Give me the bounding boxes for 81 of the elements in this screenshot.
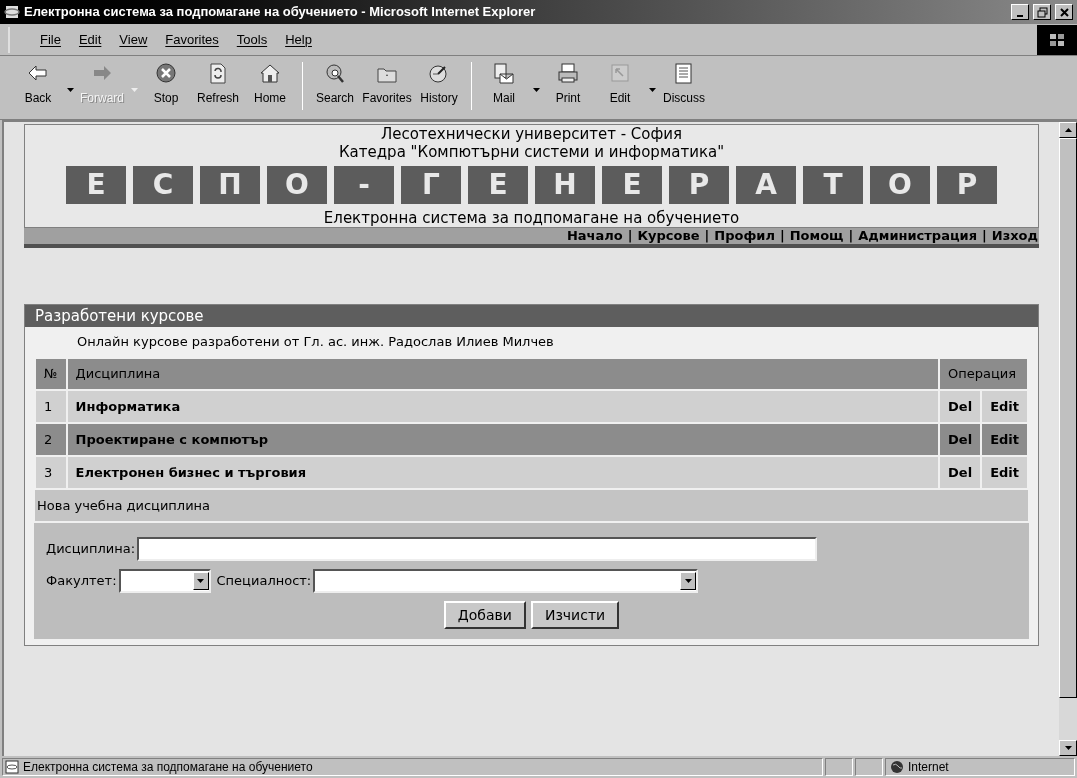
nav-link[interactable]: Изход	[991, 226, 1038, 246]
home-icon	[258, 62, 282, 86]
nav-separator: |	[703, 227, 711, 246]
logo-letter: -	[334, 166, 394, 204]
logo-letter: А	[736, 166, 796, 204]
close-button[interactable]	[1055, 4, 1073, 20]
toolbar-button[interactable]: Back	[12, 62, 64, 107]
page-icon	[5, 760, 19, 774]
globe-icon	[890, 760, 904, 774]
toolbar-button[interactable]: Search	[309, 62, 361, 107]
nav-link[interactable]: Профил	[714, 226, 775, 246]
logo-letter: Г	[401, 166, 461, 204]
field-label: Факултет:	[46, 572, 117, 591]
nav-separator: |	[981, 227, 988, 246]
menu-item[interactable]: Favorites	[165, 29, 219, 50]
logo-letter: Т	[803, 166, 863, 204]
column-header: Дисциплина	[66, 358, 940, 390]
department-name: Катедра "Компютърни системи и информатика"	[338, 143, 725, 161]
scroll-up-icon[interactable]	[1064, 128, 1072, 132]
toolbar-button[interactable]: Edit	[594, 62, 646, 107]
toolbar-button[interactable]: Favorites	[361, 62, 413, 107]
field-label: Дисциплина:	[46, 540, 136, 559]
nav-link[interactable]: Начало	[566, 226, 623, 246]
university-name: Лесотехнически университет - София	[380, 125, 683, 143]
logo-letter: С	[133, 166, 193, 204]
logo-letter: Е	[468, 166, 528, 204]
window-title: Електронна система за подпомагане на обучението - Microsoft Internet Explorer	[24, 3, 537, 22]
nav-link[interactable]: Администрация	[858, 226, 977, 246]
toolbar-button[interactable]: History	[413, 62, 465, 107]
discipline-input-field[interactable]	[137, 537, 818, 561]
dropdown-arrow-icon	[684, 579, 692, 583]
faculty-dropdown[interactable]	[118, 569, 211, 593]
nav-separator: |	[847, 227, 855, 246]
toolbar-button[interactable]: Mail	[478, 62, 530, 107]
status-text: Електронна система за подпомагане на обучението	[23, 759, 313, 776]
logo-letter: П	[200, 166, 260, 204]
form-button[interactable]: Изчисти	[530, 601, 620, 629]
mail-icon	[492, 62, 516, 86]
toolbar-button[interactable]: Stop	[140, 62, 192, 107]
site-subtitle: Електронна система за подпомагане на обучението	[323, 209, 740, 227]
status-pane	[855, 758, 883, 776]
logo-letter: Н	[535, 166, 595, 204]
panel-title: Разработени курсове	[25, 305, 1038, 327]
stop-icon	[154, 62, 178, 86]
nav-separator: |	[626, 227, 634, 246]
toolbar-button[interactable]: Home	[244, 62, 296, 107]
restore-icon	[1035, 5, 1049, 19]
windows-logo	[1037, 24, 1077, 55]
menu-item[interactable]: Help	[285, 29, 312, 50]
specialty-dropdown[interactable]	[313, 569, 699, 593]
logo-letter: Е	[602, 166, 662, 204]
column-header: №	[35, 358, 67, 390]
menu-item[interactable]: View	[119, 29, 148, 50]
nav-link[interactable]: Помощ	[789, 226, 844, 246]
menu-item[interactable]: Tools	[236, 29, 268, 50]
field-label: Специалност:	[216, 572, 312, 591]
logo-letter: О	[267, 166, 327, 204]
minimize-button[interactable]	[1011, 4, 1029, 20]
restore-button[interactable]	[1033, 4, 1051, 20]
menu-item[interactable]: Edit	[78, 29, 102, 50]
toolbar-button[interactable]: Print	[542, 62, 594, 107]
menu-item[interactable]: File	[40, 29, 61, 50]
scroll-down-icon[interactable]	[1064, 746, 1072, 750]
close-icon	[1057, 5, 1071, 19]
logo-letter: Р	[937, 166, 997, 204]
browser-icon	[4, 4, 20, 20]
logo-letter: Р	[669, 166, 729, 204]
scrollbar[interactable]	[1059, 122, 1077, 756]
print-icon	[556, 62, 580, 86]
logo-letter: О	[870, 166, 930, 204]
minimize-icon	[1017, 15, 1023, 17]
nav-separator: |	[778, 227, 786, 246]
logo-letter: Е	[66, 166, 126, 204]
security-zone: Internet	[908, 759, 949, 776]
toolbar-button[interactable]: Discuss	[658, 62, 710, 107]
intro-text: Онлайн курсове разработени от Гл. ас. инж. Радослав Илиев Милчев	[76, 333, 555, 352]
toolbar-button[interactable]: Refresh	[192, 62, 244, 107]
form-button[interactable]: Добави	[443, 601, 526, 629]
dropdown-arrow-icon	[197, 579, 205, 583]
status-pane	[825, 758, 853, 776]
nav-link[interactable]: Курсове	[637, 226, 700, 246]
